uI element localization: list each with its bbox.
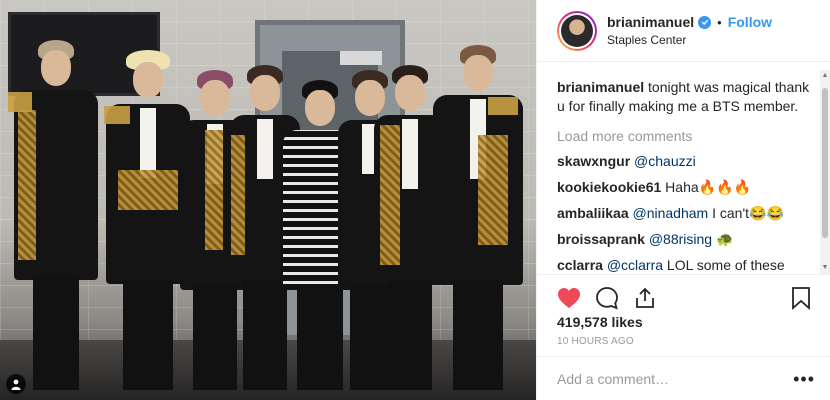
add-comment-bar: •••: [537, 356, 830, 400]
post-photo[interactable]: [0, 0, 536, 400]
share-button[interactable]: [631, 284, 659, 312]
more-options-button[interactable]: •••: [793, 370, 815, 388]
comment-text: I can't😂😂: [708, 205, 784, 221]
comment-username[interactable]: kookiekookie61: [557, 179, 661, 195]
comment-item: broissaprank @88rising 🐢: [557, 230, 813, 249]
like-button[interactable]: [555, 284, 583, 312]
comment-text: Haha🔥🔥🔥: [665, 179, 751, 195]
comment-text: 🐢: [712, 231, 734, 247]
share-icon: [636, 287, 654, 308]
avatar[interactable]: [557, 10, 597, 51]
add-comment-input[interactable]: [557, 370, 794, 387]
comment-mention[interactable]: @88rising: [649, 231, 712, 247]
scroll-up-arrow-icon[interactable]: ▲: [821, 72, 829, 80]
scrollbar-thumb[interactable]: [822, 88, 828, 238]
likes-count[interactable]: 419,578 likes: [557, 314, 643, 330]
separator-dot: •: [717, 14, 722, 30]
comment-item: skawxngur @chauzzi: [557, 152, 813, 171]
comments-list[interactable]: brianimanuel tonight was magical thank u…: [537, 62, 830, 272]
user-tag-icon[interactable]: [6, 374, 26, 394]
comment-username[interactable]: skawxngur: [557, 153, 630, 169]
comment-item: kookiekookie61 Haha🔥🔥🔥: [557, 178, 813, 197]
location-link[interactable]: Staples Center: [607, 33, 772, 47]
comment-mention[interactable]: @ninadham: [633, 205, 709, 221]
scroll-down-arrow-icon[interactable]: ▼: [821, 264, 829, 272]
photo-door-sign: [340, 51, 382, 65]
verified-badge-icon: [698, 15, 712, 29]
comment-item: cclarra @cclarra LOL some of these comme…: [557, 256, 813, 272]
photo-person: [428, 45, 528, 390]
comment-icon: [596, 286, 618, 309]
caption-username[interactable]: brianimanuel: [557, 79, 644, 95]
heart-icon: [558, 287, 580, 308]
post-header: brianimanuel • Follow Staples Center: [537, 0, 830, 62]
post-caption: brianimanuel tonight was magical thank u…: [557, 78, 813, 116]
comment-item: ambaliikaa @ninadham I can't😂😂: [557, 204, 813, 223]
comment-username[interactable]: broissaprank: [557, 231, 645, 247]
comment-mention[interactable]: @cclarra: [607, 257, 663, 272]
username[interactable]: brianimanuel: [607, 14, 694, 30]
follow-button[interactable]: Follow: [728, 14, 772, 30]
comment-mention[interactable]: @chauzzi: [634, 153, 696, 169]
photo-person: [6, 40, 106, 390]
comment-username[interactable]: cclarra: [557, 257, 603, 272]
post-actions-bar: [537, 274, 830, 314]
comment-username[interactable]: ambaliikaa: [557, 205, 629, 221]
post-timestamp[interactable]: 10 HOURS AGO: [557, 336, 634, 347]
comment-button[interactable]: [593, 284, 621, 312]
save-button[interactable]: [787, 284, 815, 312]
bookmark-icon: [792, 286, 810, 310]
instagram-post: brianimanuel • Follow Staples Center bri…: [0, 0, 830, 400]
load-more-comments-button[interactable]: Load more comments: [557, 128, 813, 144]
post-side-panel: brianimanuel • Follow Staples Center bri…: [536, 0, 830, 400]
comments-scrollbar[interactable]: ▲ ▼: [820, 70, 830, 274]
